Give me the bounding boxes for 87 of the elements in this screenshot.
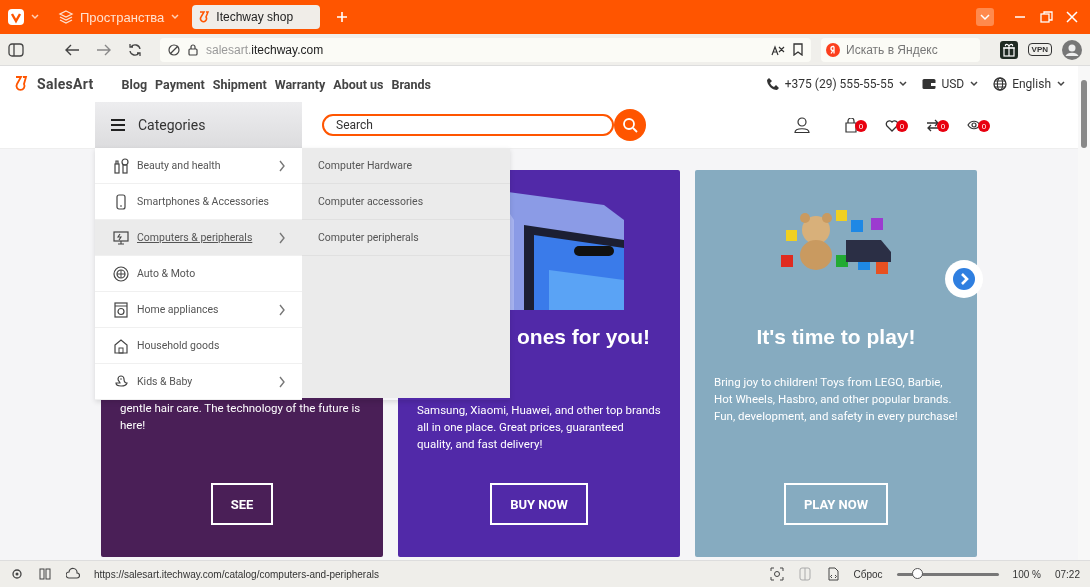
subcategory-item[interactable]: Computer peripherals xyxy=(302,220,510,256)
clock: 07:22 xyxy=(1054,568,1080,580)
category-icon xyxy=(113,229,129,246)
zoom-reset-button[interactable]: Сброс xyxy=(853,568,883,580)
subcategory-item[interactable]: Computer Hardware xyxy=(302,148,510,184)
tile-icon[interactable] xyxy=(38,567,52,581)
globe-icon xyxy=(993,77,1008,91)
lock-icon xyxy=(188,43,198,56)
search-button[interactable] xyxy=(614,109,646,141)
brand-name: SalesArt xyxy=(37,76,94,92)
card-button[interactable]: SEE xyxy=(210,483,274,525)
search-icon xyxy=(622,117,638,133)
count-badge: 0 xyxy=(978,120,990,132)
settings-icon[interactable] xyxy=(10,567,24,581)
nav-link[interactable]: Blog xyxy=(121,76,148,92)
dropdown-icon[interactable] xyxy=(976,8,994,26)
avatar-icon[interactable] xyxy=(1062,39,1082,60)
nav-link[interactable]: Warranty xyxy=(274,76,326,92)
zoom-level: 100 % xyxy=(1012,568,1041,580)
yandex-logo-icon xyxy=(826,42,840,57)
cloud-icon[interactable] xyxy=(66,567,80,581)
eye-button[interactable]: 0 xyxy=(967,117,990,133)
phone-icon xyxy=(765,77,780,91)
caret-icon[interactable] xyxy=(1056,79,1066,89)
count-badge: 0 xyxy=(937,120,949,132)
category-icon xyxy=(113,265,129,282)
back-icon[interactable] xyxy=(64,42,80,57)
caret-icon[interactable] xyxy=(898,79,909,89)
new-tab-icon[interactable] xyxy=(336,11,349,23)
category-icon xyxy=(113,157,129,174)
bookmark-icon[interactable] xyxy=(793,43,803,56)
link-url: https://salesart.itechway.com/catalog/computers-and-peripherals xyxy=(94,568,379,580)
translate-icon[interactable] xyxy=(771,43,785,56)
page-actions-icon[interactable] xyxy=(825,567,840,581)
categories-button[interactable]: Categories xyxy=(95,102,302,148)
salesart-logo-icon xyxy=(14,75,30,93)
address-field[interactable]: salesart.itechway.com xyxy=(160,37,811,62)
compare-button[interactable]: 0 xyxy=(926,117,949,133)
nav-link[interactable]: Brands xyxy=(391,76,431,92)
nav-link[interactable]: About us xyxy=(333,76,384,92)
category-icon xyxy=(113,373,129,390)
language-selector[interactable]: English xyxy=(1012,77,1051,91)
card-description: Bring joy to children! Toys from LEGO, Barbie, Hot Wheels, Hasbro, and other popular brands. Fun, development, and safety in every purchase! xyxy=(713,374,959,425)
category-item[interactable]: Home appliances xyxy=(95,292,302,328)
subcategory-item[interactable]: Computer accessories xyxy=(302,184,510,220)
category-item[interactable]: Computers & peripherals xyxy=(95,220,302,256)
forward-icon[interactable] xyxy=(96,42,112,57)
card-description: Samsung, Xiaomi, Huawei, and other top brands all in one place. Great prices, guaranteed quality, and fast delivery! xyxy=(416,402,662,453)
caret-icon[interactable] xyxy=(969,79,980,89)
card-title: It's time to play! xyxy=(756,325,916,349)
cart-icon xyxy=(844,117,858,133)
scrollbar-thumb[interactable] xyxy=(1081,80,1087,148)
panel-icon[interactable] xyxy=(8,42,24,57)
category-icon xyxy=(113,193,129,210)
zoom-slider-thumb[interactable] xyxy=(912,567,923,579)
vivaldi-logo-icon[interactable] xyxy=(8,9,24,25)
reload-icon[interactable] xyxy=(128,42,142,57)
count-badge: 0 xyxy=(896,120,908,132)
browser-tab[interactable]: Itechway shop xyxy=(192,5,321,29)
wallet-icon xyxy=(922,78,937,90)
compare-icon xyxy=(926,117,940,133)
account-icon[interactable] xyxy=(794,117,810,133)
capture-icon[interactable] xyxy=(769,567,784,581)
category-item[interactable]: Auto & Moto xyxy=(95,256,302,292)
category-icon xyxy=(113,337,129,354)
category-icon xyxy=(113,301,129,318)
chevron-right-icon xyxy=(953,268,975,290)
vpn-button[interactable]: VPN xyxy=(1027,43,1052,56)
menu-icon xyxy=(110,118,126,132)
card-button[interactable]: BUY NOW xyxy=(490,483,588,525)
site-logo-icon xyxy=(198,10,211,24)
nav-link[interactable]: Payment xyxy=(155,76,205,92)
search-field[interactable]: Искать в Яндекс xyxy=(821,37,980,62)
currency-selector[interactable]: USD xyxy=(941,77,965,91)
heart-icon xyxy=(885,117,899,133)
phone-number[interactable]: +375 (29) 555-55-55 xyxy=(784,77,894,91)
count-badge: 0 xyxy=(855,120,867,132)
tracker-blocked-icon xyxy=(168,43,180,56)
search-field[interactable]: Search xyxy=(322,114,614,136)
gift-icon[interactable] xyxy=(999,40,1018,59)
card-title: ones for you! xyxy=(517,325,650,349)
heart-button[interactable]: 0 xyxy=(885,117,908,133)
card-description: gentle hair care. The technology of the future is here! xyxy=(119,400,362,434)
category-item[interactable]: Beauty and health xyxy=(95,148,302,184)
nav-link[interactable]: Shipment xyxy=(212,76,267,92)
cart-button[interactable]: 0 xyxy=(844,117,867,133)
stack-icon xyxy=(58,9,74,25)
